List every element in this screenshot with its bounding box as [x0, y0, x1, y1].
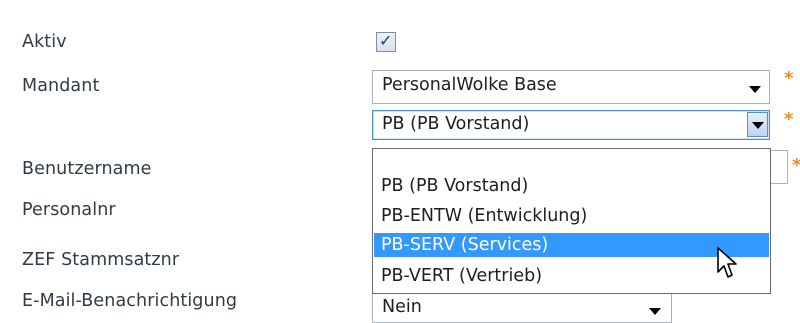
benutzername-input[interactable]	[768, 150, 788, 184]
dropdown-toggle-button[interactable]	[747, 112, 768, 137]
checkmark-icon: ✓	[379, 31, 393, 50]
chevron-down-icon	[752, 122, 764, 129]
dropdown-option-empty[interactable]	[374, 150, 769, 174]
organisation-dropdown-list[interactable]: PB (PB Vorstand) PB-ENTW (Entwicklung) P…	[372, 148, 771, 294]
chevron-down-icon[interactable]	[749, 86, 761, 93]
mandant-select[interactable]: PersonalWolke Base	[372, 70, 770, 104]
mouse-pointer-icon	[717, 247, 737, 278]
email-select-value: Nein	[382, 297, 422, 317]
required-marker: *	[784, 109, 794, 130]
required-marker: *	[784, 68, 794, 89]
dropdown-option-pb-serv[interactable]: PB-SERV (Services)	[374, 233, 769, 257]
aktiv-checkbox[interactable]: ✓	[376, 31, 396, 52]
required-marker: *	[792, 155, 800, 176]
label-zef-stammsatznr: ZEF Stammsatznr	[22, 250, 180, 270]
dropdown-option-pb-entw[interactable]: PB-ENTW (Entwicklung)	[374, 204, 769, 228]
mandant-select-value: PersonalWolke Base	[382, 75, 557, 95]
label-email-benachrichtigung: E-Mail-Benachrichtigung	[22, 291, 238, 311]
organisation-select-value: PB (PB Vorstand)	[382, 114, 530, 134]
label-benutzername: Benutzername	[22, 159, 152, 179]
dropdown-option-pb[interactable]: PB (PB Vorstand)	[374, 174, 769, 198]
label-mandant: Mandant	[22, 76, 100, 96]
chevron-down-icon[interactable]	[649, 308, 661, 315]
label-personalnr: Personalnr	[22, 200, 116, 220]
organisation-select[interactable]: PB (PB Vorstand)	[372, 110, 770, 140]
dropdown-option-pb-vert[interactable]: PB-VERT (Vertrieb)	[374, 264, 769, 288]
label-aktiv: Aktiv	[22, 32, 67, 52]
email-notification-select[interactable]: Nein	[372, 293, 672, 323]
